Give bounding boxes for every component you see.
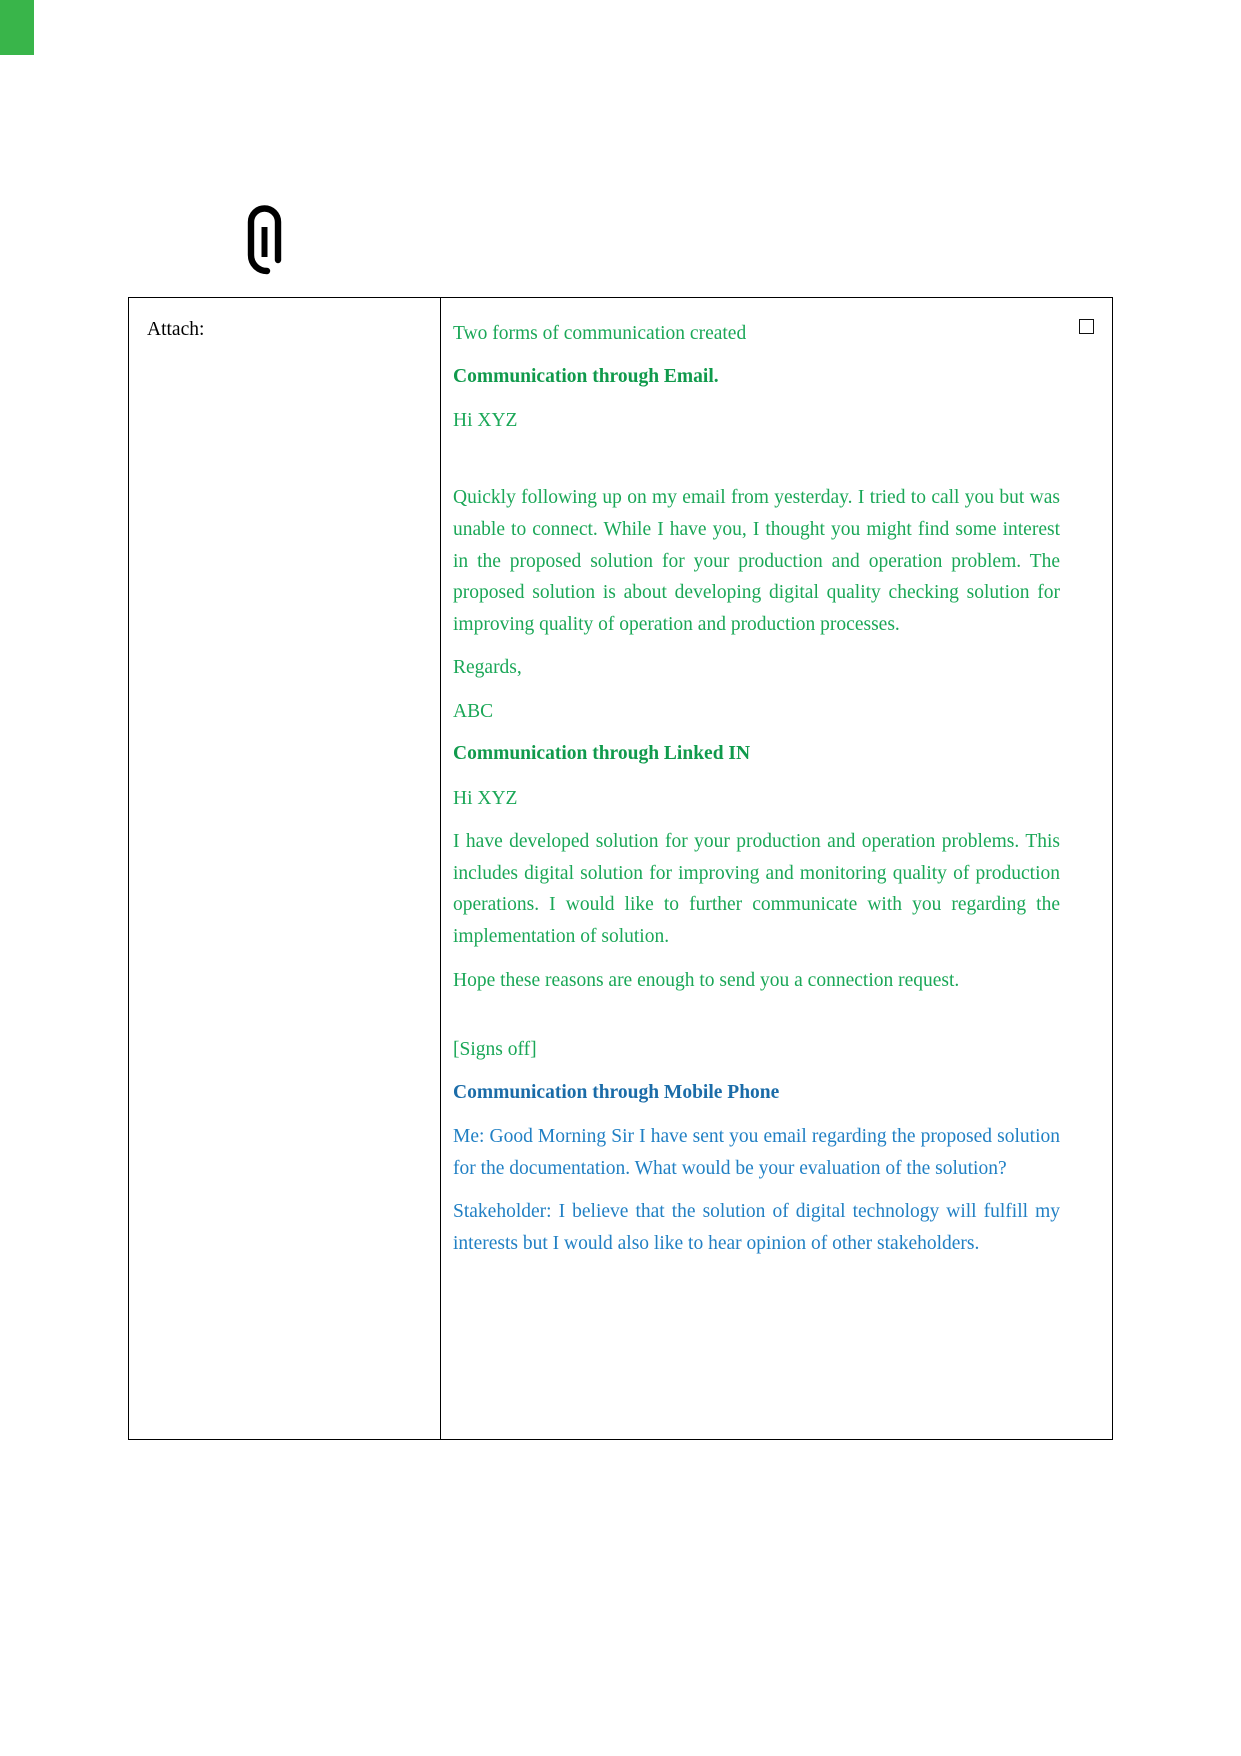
phone-message-stakeholder: Stakeholder: I believe that the solution… [453, 1201, 1060, 1254]
linkedin-signs-off: [Signs off] [453, 1039, 537, 1061]
email-signoff: Regards, [453, 657, 522, 679]
linkedin-closing: Hope these reasons are enough to send yo… [453, 969, 960, 991]
attach-label-cell: Attach: [129, 298, 441, 1439]
green-marker-block [0, 0, 34, 55]
phone-message-me: Me: Good Morning Sir I have sent you ema… [453, 1126, 1060, 1179]
email-body: Quickly following up on my email from ye… [453, 487, 1060, 635]
paperclip-icon [245, 205, 289, 277]
attachment-table: Attach: Two forms of communication creat… [128, 297, 1113, 1440]
blank-line-spacer-2 [453, 1008, 1060, 1034]
empty-checkbox-icon[interactable] [1079, 319, 1094, 334]
linkedin-greeting: Hi XYZ [453, 787, 518, 809]
communication-content-cell: Two forms of communication created Commu… [441, 298, 1112, 1439]
section-heading-mobile-phone: Communication through Mobile Phone [453, 1081, 780, 1103]
linkedin-body: I have developed solution for your produ… [453, 831, 1060, 948]
attach-label: Attach: [147, 319, 205, 340]
intro-text: Two forms of communication created [453, 323, 747, 344]
section-heading-email: Communication through Email. [453, 365, 719, 387]
email-greeting: Hi XYZ [453, 409, 518, 431]
blank-line-spacer [453, 448, 1060, 482]
section-heading-linkedin: Communication through Linked IN [453, 743, 751, 765]
email-sender-name: ABC [453, 700, 494, 722]
